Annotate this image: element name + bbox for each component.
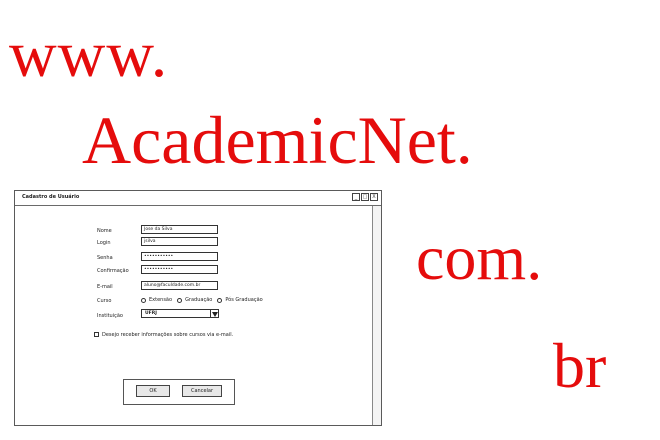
banner-www: www. bbox=[9, 18, 169, 91]
instituicao-select[interactable]: UFRJ bbox=[141, 309, 218, 318]
password-confirm-field[interactable]: ••••••••••• bbox=[141, 265, 218, 274]
banner-br: br bbox=[553, 330, 607, 401]
minimize-icon[interactable]: _ bbox=[352, 193, 360, 201]
email-field[interactable]: aluno@faculdade.com.br bbox=[141, 281, 218, 290]
curso-radio-group: Extensão Graduação Pós Graduação bbox=[141, 297, 263, 303]
cancel-button[interactable]: Cancelar bbox=[182, 385, 222, 397]
login-field[interactable]: jsilva bbox=[141, 237, 218, 246]
confirmacao-label: Confirmação bbox=[97, 268, 129, 274]
ok-button[interactable]: OK bbox=[136, 385, 170, 397]
vertical-scrollbar[interactable] bbox=[372, 206, 381, 425]
close-icon[interactable]: X bbox=[370, 193, 378, 201]
pos-graduacao-label: Pós Graduação bbox=[225, 297, 263, 303]
window-titlebar[interactable]: Cadastro de Usuário _ □ X bbox=[15, 191, 381, 206]
pos-graduacao-radio[interactable] bbox=[217, 297, 223, 303]
login-label: Login bbox=[97, 240, 111, 246]
extensao-radio[interactable] bbox=[141, 297, 146, 303]
maximize-icon[interactable]: □ bbox=[361, 193, 369, 201]
banner-academicnet: AcademicNet. bbox=[82, 102, 473, 178]
window-controls: _ □ X bbox=[352, 193, 378, 201]
email-label: E-mail bbox=[97, 284, 113, 290]
registration-window: Cadastro de Usuário _ □ X Nome Jose da S… bbox=[14, 190, 382, 426]
nome-label: Nome bbox=[97, 228, 112, 234]
newsletter-label: Desejo receber informações sobre cursos … bbox=[102, 332, 234, 338]
senha-label: Senha bbox=[97, 255, 113, 261]
curso-label: Curso bbox=[97, 298, 112, 304]
extensao-label: Extensão bbox=[149, 297, 173, 303]
graduacao-label: Graduação bbox=[185, 297, 213, 303]
window-title: Cadastro de Usuário bbox=[22, 194, 80, 200]
password-field[interactable]: ••••••••••• bbox=[141, 252, 218, 261]
newsletter-checkbox[interactable] bbox=[94, 332, 99, 337]
graduacao-radio[interactable] bbox=[177, 297, 183, 303]
nome-field[interactable]: Jose da Silva bbox=[141, 225, 218, 234]
banner-com: com. bbox=[416, 222, 543, 293]
instituicao-label: Instituição bbox=[97, 313, 123, 319]
chevron-down-icon[interactable] bbox=[210, 309, 219, 318]
